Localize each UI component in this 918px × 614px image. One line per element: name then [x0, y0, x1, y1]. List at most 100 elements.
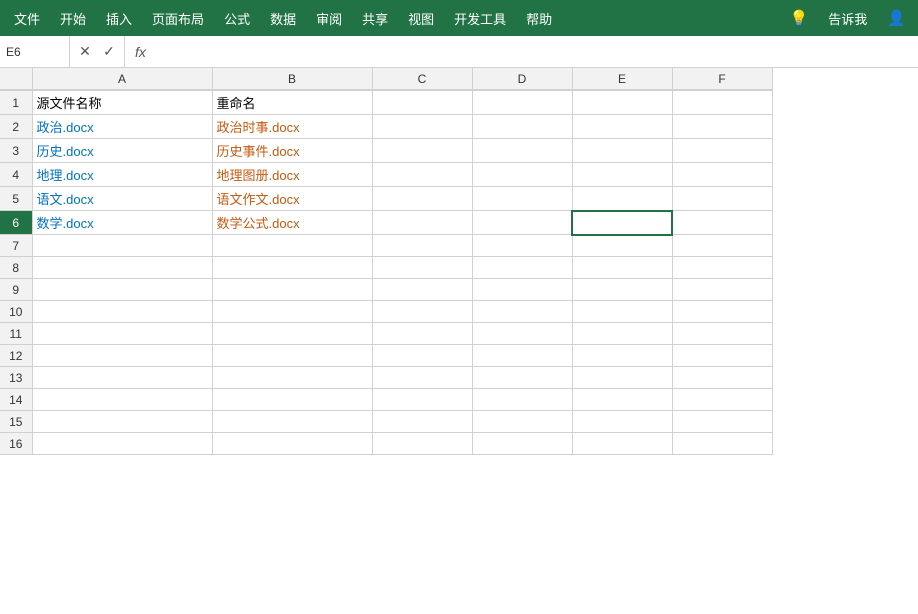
cell-3-5[interactable] — [572, 139, 672, 163]
row-header-15[interactable]: 15 — [0, 411, 32, 433]
cell-10-6[interactable] — [672, 301, 772, 323]
cell-2-6[interactable] — [672, 115, 772, 139]
cell-15-6[interactable] — [672, 411, 772, 433]
cell-2-3[interactable] — [372, 115, 472, 139]
row-header-3[interactable]: 3 — [0, 139, 32, 163]
cell-9-5[interactable] — [572, 279, 672, 301]
cell-13-5[interactable] — [572, 367, 672, 389]
row-header-14[interactable]: 14 — [0, 389, 32, 411]
cell-13-6[interactable] — [672, 367, 772, 389]
cell-10-2[interactable] — [212, 301, 372, 323]
row-header-5[interactable]: 5 — [0, 187, 32, 211]
cell-5-5[interactable] — [572, 187, 672, 211]
cell-6-6[interactable] — [672, 211, 772, 235]
cell-13-4[interactable] — [472, 367, 572, 389]
cell-14-3[interactable] — [372, 389, 472, 411]
cell-7-2[interactable] — [212, 235, 372, 257]
ribbon-insert[interactable]: 插入 — [96, 0, 142, 36]
cell-14-2[interactable] — [212, 389, 372, 411]
cell-7-1[interactable] — [32, 235, 212, 257]
ribbon-page-layout[interactable]: 页面布局 — [142, 0, 214, 36]
cell-5-1[interactable]: 语文.docx — [32, 187, 212, 211]
cell-4-1[interactable]: 地理.docx — [32, 163, 212, 187]
row-header-16[interactable]: 16 — [0, 433, 32, 455]
cell-12-6[interactable] — [672, 345, 772, 367]
cancel-formula-button[interactable]: ✕ — [74, 41, 96, 63]
cell-12-4[interactable] — [472, 345, 572, 367]
ribbon-account-icon[interactable]: 👤 — [879, 0, 914, 36]
ribbon-review[interactable]: 审阅 — [306, 0, 352, 36]
cell-7-5[interactable] — [572, 235, 672, 257]
cell-5-2[interactable]: 语文作文.docx — [212, 187, 372, 211]
cell-11-4[interactable] — [472, 323, 572, 345]
cell-16-2[interactable] — [212, 433, 372, 455]
cell-14-5[interactable] — [572, 389, 672, 411]
row-header-6[interactable]: 6 — [0, 211, 32, 235]
cell-1-5[interactable] — [572, 90, 672, 115]
cell-3-6[interactable] — [672, 139, 772, 163]
cell-9-1[interactable] — [32, 279, 212, 301]
cell-11-2[interactable] — [212, 323, 372, 345]
cell-7-6[interactable] — [672, 235, 772, 257]
cell-16-3[interactable] — [372, 433, 472, 455]
ribbon-data[interactable]: 数据 — [260, 0, 306, 36]
cell-15-3[interactable] — [372, 411, 472, 433]
col-header-d[interactable]: D — [472, 68, 572, 90]
cell-9-4[interactable] — [472, 279, 572, 301]
cell-1-6[interactable] — [672, 90, 772, 115]
cell-6-3[interactable] — [372, 211, 472, 235]
row-header-9[interactable]: 9 — [0, 279, 32, 301]
ribbon-share[interactable]: 共享 — [352, 0, 398, 36]
cell-13-3[interactable] — [372, 367, 472, 389]
cell-5-4[interactable] — [472, 187, 572, 211]
cell-3-2[interactable]: 历史事件.docx — [212, 139, 372, 163]
cell-11-1[interactable] — [32, 323, 212, 345]
cell-10-1[interactable] — [32, 301, 212, 323]
row-header-7[interactable]: 7 — [0, 235, 32, 257]
cell-3-3[interactable] — [372, 139, 472, 163]
cell-16-1[interactable] — [32, 433, 212, 455]
cell-4-2[interactable]: 地理图册.docx — [212, 163, 372, 187]
cell-11-5[interactable] — [572, 323, 672, 345]
cell-6-4[interactable] — [472, 211, 572, 235]
cell-6-1[interactable]: 数学.docx — [32, 211, 212, 235]
cell-7-4[interactable] — [472, 235, 572, 257]
row-header-4[interactable]: 4 — [0, 163, 32, 187]
cell-2-4[interactable] — [472, 115, 572, 139]
cell-6-5[interactable] — [572, 211, 672, 235]
cell-10-5[interactable] — [572, 301, 672, 323]
confirm-formula-button[interactable]: ✓ — [98, 41, 120, 63]
cell-15-5[interactable] — [572, 411, 672, 433]
cell-5-3[interactable] — [372, 187, 472, 211]
cell-1-2[interactable]: 重命名 — [212, 90, 372, 115]
ribbon-view[interactable]: 视图 — [398, 0, 444, 36]
col-header-e[interactable]: E — [572, 68, 672, 90]
cell-4-4[interactable] — [472, 163, 572, 187]
row-header-2[interactable]: 2 — [0, 115, 32, 139]
row-header-10[interactable]: 10 — [0, 301, 32, 323]
cell-14-6[interactable] — [672, 389, 772, 411]
ribbon-home[interactable]: 开始 — [50, 0, 96, 36]
row-header-12[interactable]: 12 — [0, 345, 32, 367]
cell-8-6[interactable] — [672, 257, 772, 279]
formula-input[interactable] — [156, 36, 918, 67]
cell-4-6[interactable] — [672, 163, 772, 187]
cell-3-1[interactable]: 历史.docx — [32, 139, 212, 163]
cell-4-5[interactable] — [572, 163, 672, 187]
ribbon-developer[interactable]: 开发工具 — [444, 0, 516, 36]
cell-2-2[interactable]: 政治时事.docx — [212, 115, 372, 139]
cell-15-4[interactable] — [472, 411, 572, 433]
row-header-13[interactable]: 13 — [0, 367, 32, 389]
cell-16-6[interactable] — [672, 433, 772, 455]
col-header-f[interactable]: F — [672, 68, 772, 90]
cell-9-6[interactable] — [672, 279, 772, 301]
cell-15-1[interactable] — [32, 411, 212, 433]
cell-12-2[interactable] — [212, 345, 372, 367]
cell-15-2[interactable] — [212, 411, 372, 433]
cell-8-4[interactable] — [472, 257, 572, 279]
cell-8-2[interactable] — [212, 257, 372, 279]
cell-6-2[interactable]: 数学公式.docx — [212, 211, 372, 235]
cell-reference[interactable]: E6 — [0, 36, 70, 67]
cell-10-3[interactable] — [372, 301, 472, 323]
cell-7-3[interactable] — [372, 235, 472, 257]
